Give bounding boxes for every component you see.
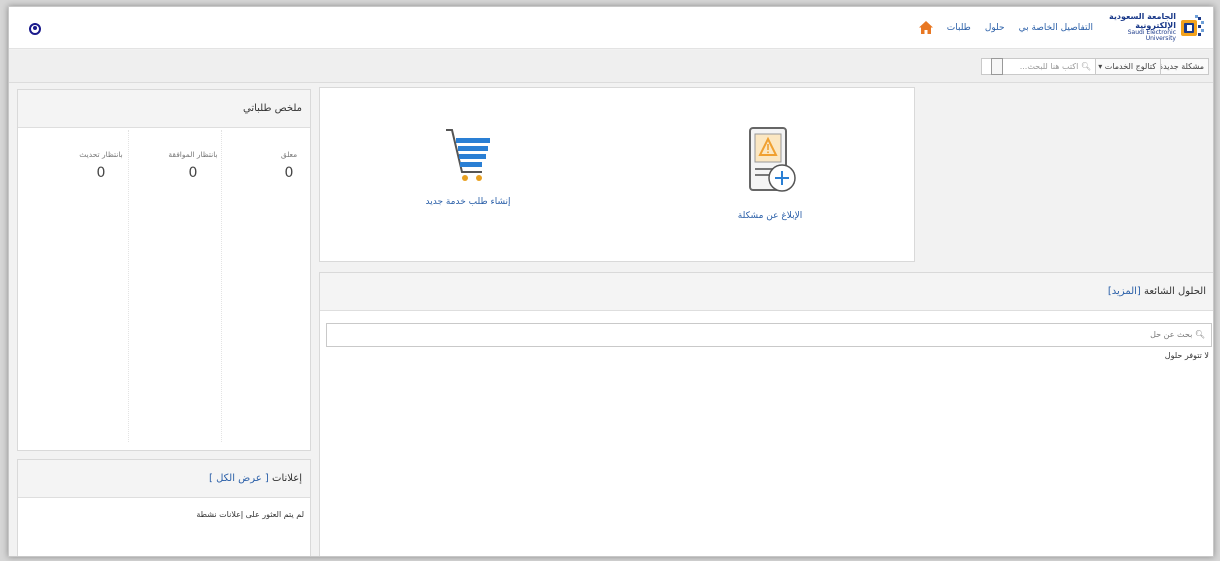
solution-search-input[interactable]: 🔍︎ بحث عن حل xyxy=(326,323,1212,347)
nav-requests-link[interactable]: طلبات xyxy=(947,23,971,33)
report-issue-icon xyxy=(749,127,796,192)
report-issue-label: الإبلاغ عن مشكلة xyxy=(737,211,803,221)
logo-arabic-text: الجامعة السعودية الإلكترونية xyxy=(1109,12,1176,30)
more-solutions-link[interactable]: [المزيد] xyxy=(1108,286,1141,297)
stat-pending[interactable]: معلق 0 xyxy=(274,150,304,181)
stat-awaiting-approval[interactable]: بانتظار الموافقة 0 xyxy=(158,150,228,181)
stat-approval-label: بانتظار الموافقة xyxy=(168,150,218,159)
new-issue-button[interactable]: مشكلة جديدة xyxy=(1153,58,1209,75)
announcements-card: إعلانات [ عرض الكل ] لم يتم العثور على إ… xyxy=(17,459,311,556)
summary-title: ملخص طلباتي xyxy=(242,103,302,114)
stat-awaiting-update[interactable]: بانتظار تحديث 0 xyxy=(66,150,136,181)
stat-update-label: بانتظار تحديث xyxy=(79,150,123,159)
chevron-down-icon: ▾ xyxy=(1098,62,1103,71)
stat-pending-value: 0 xyxy=(284,165,294,181)
announcements-title: إعلانات xyxy=(272,473,302,484)
service-catalog-label: كتالوج الخدمات xyxy=(1104,62,1156,71)
nav-my-details-link[interactable]: التفاصيل الخاصة بي xyxy=(1019,23,1093,33)
stat-approval-value: 0 xyxy=(188,165,198,181)
user-profile-icon[interactable] xyxy=(29,23,41,35)
main-nav: طلبات حلول التفاصيل الخاصة بي xyxy=(918,21,1093,34)
no-solutions-text: لا تتوفر حلول xyxy=(1164,351,1209,360)
new-service-request-tile[interactable]: إنشاء طلب خدمة جديد xyxy=(388,126,548,207)
home-icon[interactable] xyxy=(918,21,933,34)
search-icon: 🔍︎ xyxy=(1194,330,1205,339)
quick-actions-card: الإبلاغ عن مشكلة إنشاء طلب خدمة جديد xyxy=(319,87,915,262)
solutions-title: الحلول الشائعة xyxy=(1144,286,1206,297)
report-issue-tile[interactable]: الإبلاغ عن مشكلة xyxy=(690,126,850,221)
stat-pending-label: معلق xyxy=(280,150,298,159)
logo-mark-icon xyxy=(1179,14,1205,42)
app-window: طلبات حلول التفاصيل الخاصة بي الجامعة ال… xyxy=(8,6,1214,557)
announcements-empty-text: لم يتم العثور على إعلانات نشطة xyxy=(196,510,304,519)
stat-update-value: 0 xyxy=(96,165,106,181)
top-bar: طلبات حلول التفاصيل الخاصة بي الجامعة ال… xyxy=(9,7,1213,49)
popular-solutions-card: الحلول الشائعة [المزيد] 🔍︎ بحث عن حل لا … xyxy=(319,272,1213,556)
solution-search-placeholder: بحث عن حل xyxy=(1150,330,1193,339)
service-catalog-dropdown[interactable]: كتالوج الخدمات ▾ xyxy=(1093,58,1161,75)
requests-summary-card: ملخص طلباتي معلق 0 بانتظار الموافقة 0 با… xyxy=(17,89,311,451)
knowledge-book-icon[interactable] xyxy=(991,58,1003,75)
nav-solutions-link[interactable]: حلول xyxy=(985,23,1005,33)
toolbar: مشكلة جديدة كتالوج الخدمات ▾ 🔍︎ اكتب هنا… xyxy=(9,50,1213,83)
university-logo[interactable]: الجامعة السعودية الإلكترونية Saudi Elect… xyxy=(1099,11,1205,45)
search-icon: 🔍︎ xyxy=(1080,62,1091,71)
new-service-request-label: إنشاء طلب خدمة جديد xyxy=(425,197,511,207)
logo-english-text: Saudi Electronic University xyxy=(1127,29,1176,43)
shopping-cart-icon xyxy=(446,129,490,181)
global-search-placeholder: اكتب هنا للبحث... xyxy=(1019,62,1079,71)
view-all-announcements-link[interactable]: [ عرض الكل ] xyxy=(209,473,269,484)
